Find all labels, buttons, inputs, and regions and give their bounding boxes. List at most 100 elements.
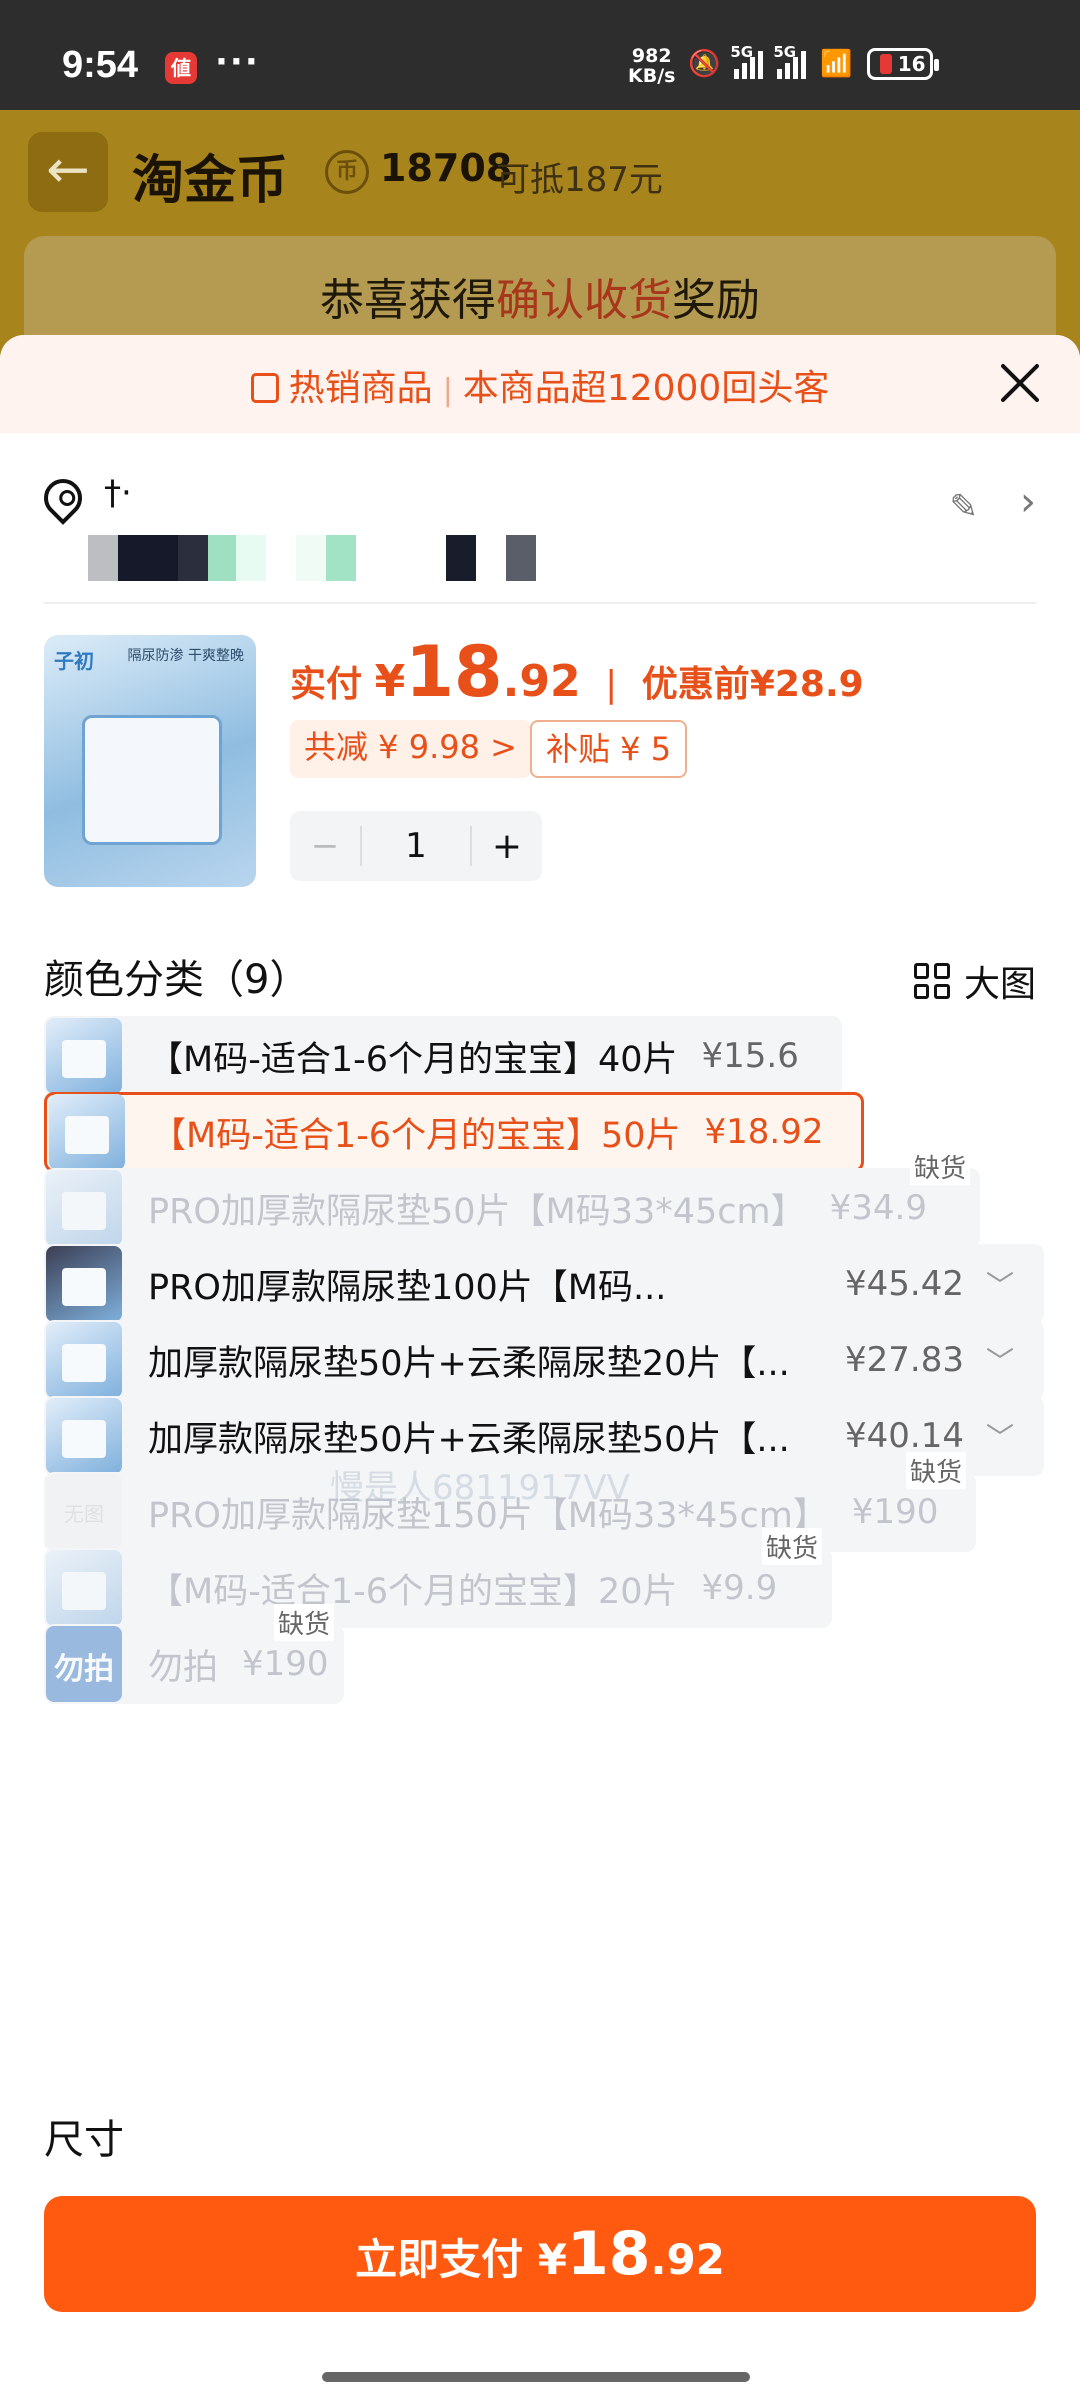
- mute-bell-icon: 🔕: [688, 49, 721, 79]
- pay-price-integer: 18: [566, 2219, 651, 2289]
- coin-icon: 币: [325, 150, 369, 194]
- option-price: ¥190: [851, 1492, 939, 1532]
- network-speed: 982 KB/s: [628, 46, 675, 86]
- pay-label: 立即支付: [355, 2235, 524, 2284]
- option-thumbnail: [46, 1550, 122, 1626]
- coin-deduct-text: 可抵187元: [496, 160, 663, 200]
- pay-label: 实付: [290, 664, 363, 705]
- option-price: ¥27.83: [845, 1340, 964, 1380]
- address-redacted: [88, 535, 536, 581]
- big-view-label: 大图: [963, 964, 1036, 1005]
- pay-currency: ¥: [537, 2235, 567, 2284]
- wifi-icon: 📶: [820, 49, 853, 79]
- option-thumbnail: 勿拍: [46, 1626, 122, 1702]
- option-thumbnail: [46, 1018, 122, 1094]
- option-name: 【M码-适合1-6个月的宝宝】50片: [151, 1115, 681, 1156]
- chevron-down-icon[interactable]: ﹀: [986, 1340, 1014, 1380]
- location-pin-icon: [36, 471, 90, 525]
- product-image[interactable]: 子初 隔尿防渗 干爽整晚: [44, 635, 256, 887]
- option-thumbnail: [46, 1246, 122, 1322]
- color-option: 【M码-适合1-6个月的宝宝】20片 ¥9.9 缺货: [44, 1528, 832, 1628]
- option-thumbnail: [49, 1094, 125, 1170]
- color-section-title: 颜色分类（9）: [44, 957, 310, 1003]
- option-name: 【M码-适合1-6个月的宝宝】20片: [148, 1571, 678, 1612]
- app-notification-icon: 値: [165, 52, 197, 84]
- quantity-stepper: − 1 +: [290, 811, 542, 881]
- close-icon[interactable]: [996, 359, 1044, 407]
- grid-icon: [913, 963, 950, 999]
- option-thumbnail: [46, 1170, 122, 1246]
- before-label: 优惠前: [641, 664, 750, 705]
- option-price: ¥9.9: [701, 1568, 778, 1608]
- option-price: ¥18.92: [704, 1112, 824, 1152]
- background-page: ← 淘金币 币 18708 可抵187元 恭喜获得确认收货奖励: [0, 110, 1080, 376]
- out-of-stock-badge: 缺货: [273, 1604, 334, 1641]
- chevron-down-icon[interactable]: ﹀: [986, 1264, 1014, 1304]
- option-thumbnail: [46, 1322, 122, 1398]
- watermark: 慢是人6811917VV: [330, 1468, 630, 1508]
- option-price: ¥34.9: [829, 1188, 927, 1228]
- promo-text: 热销商品 | 本商品超12000回头客: [0, 359, 1080, 411]
- color-option[interactable]: 加厚款隔尿垫50片+云柔隔尿垫20片【... ¥27.83 ﹀: [44, 1320, 1044, 1400]
- signal-2-icon: 5G: [773, 43, 807, 79]
- color-option[interactable]: PRO加厚款隔尿垫100片【M码... ¥45.42 ﹀: [44, 1244, 1044, 1324]
- signal-1-icon: 5G: [730, 43, 764, 79]
- option-name: PRO加厚款隔尿垫100片【M码...: [148, 1267, 667, 1308]
- edit-icon[interactable]: ✎: [950, 487, 979, 527]
- option-name: PRO加厚款隔尿垫50片【M码33*45cm】: [148, 1191, 806, 1232]
- battery-icon: 16: [866, 48, 939, 80]
- option-thumbnail: 无图: [46, 1474, 122, 1550]
- option-price: ¥40.14: [845, 1416, 964, 1456]
- option-thumbnail: [46, 1398, 122, 1474]
- option-name: 加厚款隔尿垫50片+云柔隔尿垫50片【...: [148, 1419, 790, 1460]
- option-name: 【M码-适合1-6个月的宝宝】40片: [148, 1039, 678, 1080]
- home-indicator[interactable]: [322, 2372, 750, 2382]
- subsidy-chip: 补贴 ¥ 5: [530, 720, 688, 778]
- more-notifications-icon: ···: [215, 42, 260, 82]
- option-price: ¥15.6: [701, 1036, 799, 1076]
- thumbnail-label: 无图: [64, 1502, 104, 1526]
- before-price: ¥28.9: [749, 664, 864, 705]
- price-line: 实付 ¥18.92 | 优惠前¥28.9: [290, 631, 864, 713]
- color-option[interactable]: 【M码-适合1-6个月的宝宝】40片 ¥15.6: [44, 1016, 842, 1096]
- back-arrow-icon[interactable]: ←: [28, 132, 108, 212]
- status-time: 9:54: [62, 44, 139, 86]
- color-option: PRO加厚款隔尿垫50片【M码33*45cm】 ¥34.9 缺货: [44, 1148, 980, 1248]
- size-section-title: 尺寸: [44, 2117, 124, 2163]
- chevron-right-icon[interactable]: ›: [1020, 479, 1036, 525]
- speed-value: 982: [631, 45, 672, 67]
- promo-bar: 热销商品 | 本商品超12000回头客: [0, 335, 1080, 433]
- pay-now-button[interactable]: 立即支付 ¥18.92: [44, 2196, 1036, 2312]
- price-currency: ¥: [374, 656, 406, 707]
- page-title: 淘金币: [132, 151, 289, 211]
- quantity-value[interactable]: 1: [360, 826, 472, 866]
- out-of-stock-badge: 缺货: [909, 1148, 970, 1185]
- option-price: ¥45.42: [845, 1264, 964, 1304]
- thumbnail-label: 勿拍: [54, 1652, 114, 1687]
- decrement-button[interactable]: −: [290, 826, 360, 866]
- big-view-toggle[interactable]: 大图: [913, 955, 1036, 1007]
- address-row[interactable]: †· ✎ ›: [36, 465, 1036, 605]
- coin-count: 18708: [380, 146, 513, 190]
- speed-unit: KB/s: [628, 65, 676, 87]
- sku-sheet: 热销商品 | 本商品超12000回头客 †· ✎ › 子初 隔尿防渗 干爽整晚 实付…: [0, 335, 1080, 2400]
- reward-text: 恭喜获得确认收货奖励: [320, 275, 760, 326]
- color-option[interactable]: 【M码-适合1-6个月的宝宝】50片 ¥18.92: [44, 1092, 864, 1172]
- out-of-stock-badge: 缺货: [905, 1452, 966, 1489]
- product-package: [82, 715, 222, 845]
- price-decimal: .92: [502, 656, 581, 707]
- option-name: 加厚款隔尿垫50片+云柔隔尿垫20片【...: [148, 1343, 790, 1384]
- shopping-bag-icon: [250, 373, 279, 403]
- product-image-tag: 隔尿防渗 干爽整晚: [127, 648, 244, 664]
- price-integer: 18: [405, 631, 503, 713]
- chevron-down-icon[interactable]: ﹀: [986, 1416, 1014, 1456]
- product-brand: 子初: [54, 649, 94, 673]
- discount-chip[interactable]: 共减 ¥ 9.98 >: [290, 720, 531, 778]
- increment-button[interactable]: +: [472, 826, 542, 867]
- battery-level: 16: [897, 52, 926, 76]
- address-name: †·: [104, 473, 132, 513]
- out-of-stock-badge: 缺货: [761, 1528, 822, 1565]
- divider: [44, 602, 1036, 604]
- color-option: 勿拍 勿拍 ¥190 缺货: [44, 1604, 344, 1704]
- pay-price-decimal: .92: [650, 2235, 725, 2284]
